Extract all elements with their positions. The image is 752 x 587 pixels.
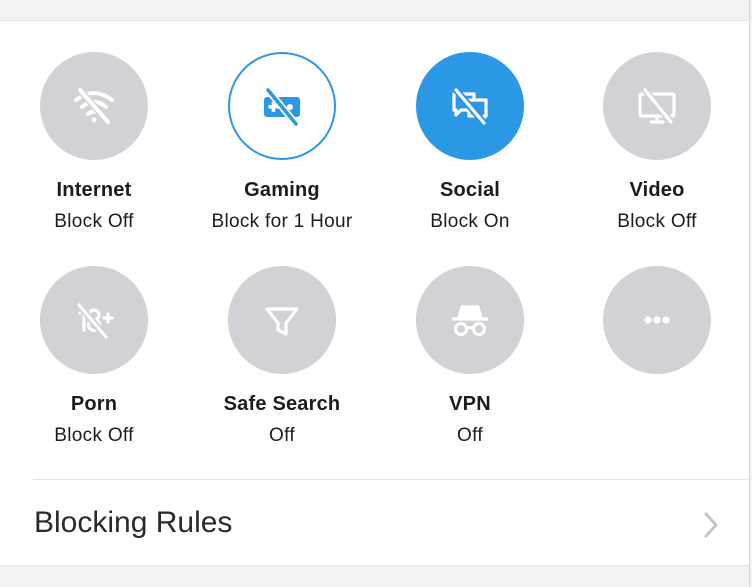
tile-gaming-title: Gaming	[244, 179, 320, 201]
tile-internet-title: Internet	[56, 179, 132, 201]
tile-porn-status: Block Off	[54, 425, 134, 446]
more-icon	[644, 316, 670, 324]
eighteen-plus-off-icon	[75, 301, 114, 341]
tile-social-title: Social	[439, 179, 501, 201]
tile-internet-circle[interactable]	[40, 52, 148, 160]
monitor-off-icon	[638, 86, 676, 126]
tile-vpn-title: VPN	[449, 393, 491, 415]
wifi-off-icon	[74, 86, 114, 126]
gamepad-off-icon	[264, 86, 300, 128]
tile-more[interactable]	[564, 266, 750, 480]
blocking-panel: Internet Block Off Gaming Block for 1 Ho…	[0, 20, 750, 566]
tile-vpn[interactable]: VPN Off	[376, 266, 564, 480]
tile-gaming-circle[interactable]	[228, 52, 336, 160]
tile-video-status: Block Off	[617, 211, 697, 232]
tile-social-circle[interactable]	[416, 52, 524, 160]
tile-vpn-circle[interactable]	[416, 266, 524, 374]
tile-social[interactable]: Social Block On	[376, 52, 564, 266]
tile-porn[interactable]: Porn Block Off	[0, 266, 188, 480]
more-button[interactable]	[603, 266, 711, 374]
category-grid: Internet Block Off Gaming Block for 1 Ho…	[0, 52, 750, 480]
tile-video[interactable]: Video Block Off	[564, 52, 750, 266]
tile-porn-circle[interactable]	[40, 266, 148, 374]
filter-icon	[265, 307, 299, 336]
blocking-rules-row[interactable]: Blocking Rules	[0, 480, 750, 566]
tile-safe-search-circle[interactable]	[228, 266, 336, 374]
tile-internet-status: Block Off	[54, 211, 134, 232]
top-spacer	[0, 0, 750, 20]
tile-social-status: Block On	[430, 211, 510, 232]
tile-video-title: Video	[629, 179, 685, 201]
incognito-icon	[452, 305, 488, 337]
tile-gaming[interactable]: Gaming Block for 1 Hour	[188, 52, 376, 266]
blocking-rules-label: Blocking Rules	[34, 506, 233, 539]
tile-internet[interactable]: Internet Block Off	[0, 52, 188, 266]
chevron-right-icon	[704, 512, 718, 538]
tile-safe-search-title: Safe Search	[223, 393, 341, 415]
chat-off-icon	[452, 86, 488, 127]
tile-gaming-status: Block for 1 Hour	[211, 211, 353, 232]
tile-safe-search[interactable]: Safe Search Off	[188, 266, 376, 480]
tile-safe-search-status: Off	[269, 425, 295, 446]
tile-vpn-status: Off	[457, 425, 483, 446]
bottom-spacer	[0, 566, 750, 587]
tile-porn-title: Porn	[70, 393, 118, 415]
tile-video-circle[interactable]	[603, 52, 711, 160]
